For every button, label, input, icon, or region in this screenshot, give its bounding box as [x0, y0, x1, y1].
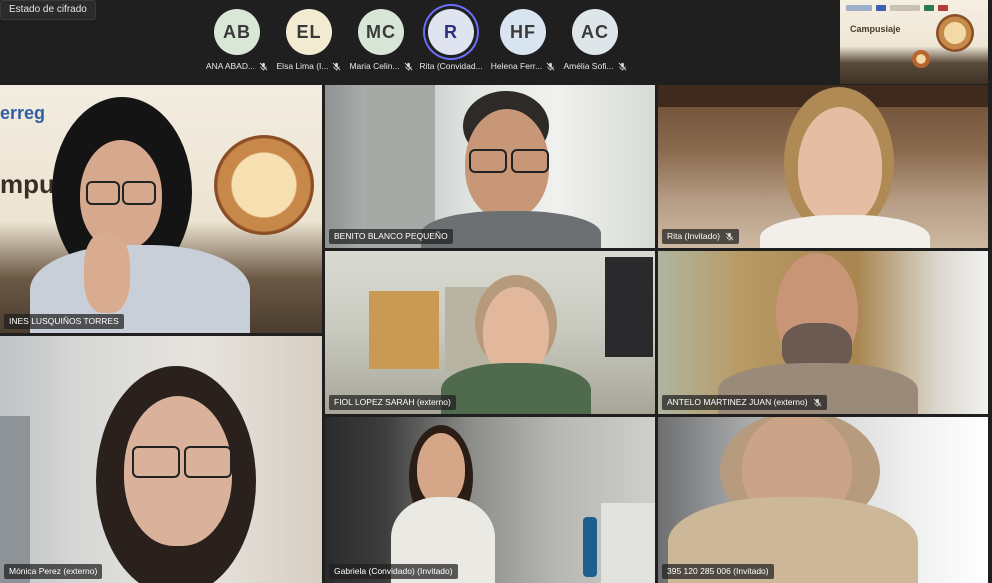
participant-name: INES LUSQUIÑOS TORRES — [9, 316, 119, 326]
participant-name: Maria Celin... — [349, 61, 400, 71]
participant-strip: AB ANA ABAD... EL Elsa Lima (I... MC Mar… — [200, 0, 640, 84]
participant-name: Rita (Convidad... — [419, 61, 483, 71]
participant-name-tag: Gabriela (Convidado) (Invitado) — [329, 564, 458, 579]
video-tile[interactable]: BENITO BLANCO PEQUEÑO — [325, 85, 655, 248]
video-tile[interactable]: Gabriela (Convidado) (Invitado) — [325, 417, 655, 583]
person-head — [417, 433, 465, 505]
participant-avatar-3[interactable]: R Rita (Convidad... — [414, 6, 488, 71]
avatar: MC — [358, 9, 404, 55]
window-frame — [0, 416, 30, 583]
person-body — [760, 215, 930, 248]
participant-name-tag: 395 120 285 006 (Invitado) — [662, 564, 774, 579]
video-tile[interactable]: Rita (Invitado) — [658, 85, 988, 248]
glasses — [132, 446, 180, 478]
encryption-status-badge[interactable]: Estado de cifrado — [0, 0, 96, 20]
video-tile[interactable]: 395 120 285 006 (Invitado) — [658, 417, 988, 583]
dried-apple-image — [936, 14, 974, 52]
participant-name: ANTELO MARTINEZ JUAN (externo) — [667, 397, 808, 407]
participant-name: 395 120 285 006 (Invitado) — [667, 566, 769, 576]
wall-poster — [605, 257, 653, 357]
participant-name-tag: ANTELO MARTINEZ JUAN (externo) — [662, 395, 827, 410]
participant-name: FIOL LOPEZ SARAH (externo) — [334, 397, 451, 407]
avatar: AC — [572, 9, 618, 55]
dried-apple-image — [214, 135, 314, 235]
mic-muted-icon — [332, 62, 341, 71]
participant-name-tag: BENITO BLANCO PEQUEÑO — [329, 229, 453, 244]
participant-name-tag: INES LUSQUIÑOS TORRES — [4, 314, 124, 329]
wall-poster — [369, 291, 439, 369]
glasses — [184, 446, 232, 478]
background-logo-text: erreg — [0, 103, 46, 123]
participant-name: Rita (Invitado) — [667, 231, 720, 241]
person-hands — [84, 233, 130, 313]
top-bar: Estado de cifrado AB ANA ABAD... EL Elsa… — [0, 0, 992, 84]
mic-muted-icon — [813, 398, 822, 407]
dried-apple-image — [912, 50, 930, 68]
window-frame — [365, 85, 435, 248]
office-printer — [601, 503, 655, 583]
participant-avatar-2[interactable]: MC Maria Celin... — [344, 6, 418, 71]
participant-avatar-4[interactable]: HF Helena Ferr... — [486, 6, 560, 71]
participant-name-tag: Rita (Invitado) — [662, 229, 739, 244]
video-tile-active-speaker[interactable]: FIOL LOPEZ SARAH (externo) — [325, 251, 655, 414]
mic-muted-icon — [725, 232, 734, 241]
participant-name: Mónica Perez (externo) — [9, 566, 98, 576]
avatar: AB — [214, 9, 260, 55]
person-head — [798, 107, 882, 225]
avatar: R — [428, 9, 474, 55]
water-bottle — [583, 517, 597, 577]
sponsor-logos — [846, 5, 982, 13]
participant-name: Helena Ferr... — [490, 61, 543, 71]
glasses — [469, 149, 507, 173]
video-tile[interactable]: Mónica Perez (externo) — [0, 336, 322, 583]
participant-name-tag: FIOL LOPEZ SARAH (externo) — [329, 395, 456, 410]
video-tile[interactable]: erreg mpus INES LUSQUIÑOS TORRES — [0, 85, 322, 333]
glasses — [511, 149, 549, 173]
participant-name: Amélia Sofi... — [563, 61, 614, 71]
participant-avatar-1[interactable]: EL Elsa Lima (I... — [272, 6, 346, 71]
mic-muted-icon — [618, 62, 627, 71]
avatar: HF — [500, 9, 546, 55]
avatar: EL — [286, 9, 332, 55]
participant-name: ANA ABAD... — [205, 61, 256, 71]
glasses — [122, 181, 156, 205]
mic-muted-icon — [404, 62, 413, 71]
participant-name: Elsa Lima (I... — [276, 61, 329, 71]
participant-name-tag: Mónica Perez (externo) — [4, 564, 103, 579]
video-tile[interactable]: ANTELO MARTINEZ JUAN (externo) — [658, 251, 988, 414]
mic-muted-icon — [546, 62, 555, 71]
mic-muted-icon — [259, 62, 268, 71]
participant-name: BENITO BLANCO PEQUEÑO — [334, 231, 448, 241]
shared-content-thumbnail[interactable]: Campusiaje — [840, 0, 988, 84]
glasses — [86, 181, 120, 205]
participant-name: Gabriela (Convidado) (Invitado) — [334, 566, 453, 576]
participant-avatar-5[interactable]: AC Amélia Sofi... — [558, 6, 632, 71]
person-body — [441, 363, 591, 414]
participant-avatar-0[interactable]: AB ANA ABAD... — [200, 6, 274, 71]
shared-content-title: Campusiaje — [850, 24, 901, 34]
